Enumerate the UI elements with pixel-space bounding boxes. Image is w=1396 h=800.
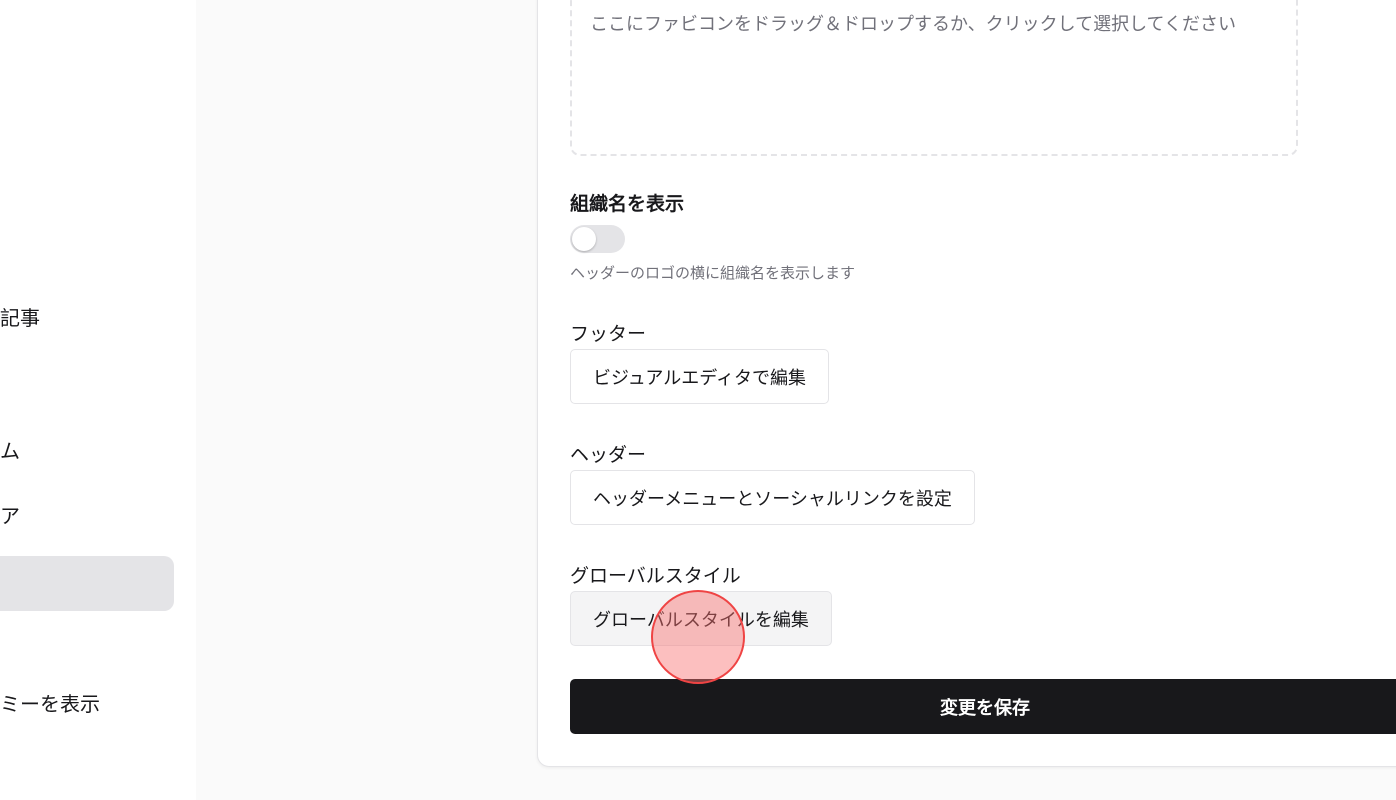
show-org-name-toggle[interactable] (570, 225, 625, 253)
show-org-name-label: 組織名を表示 (570, 193, 685, 215)
footer-label: フッター (570, 323, 647, 345)
toggle-knob (572, 227, 596, 251)
global-style-edit-button[interactable]: グローバルスタイルを編集 (570, 591, 832, 646)
sidebar-item-media[interactable]: ア (0, 502, 20, 530)
header-label: ヘッダー (570, 444, 647, 466)
footer-edit-button[interactable]: ビジュアルエディタで編集 (570, 349, 829, 404)
header-settings-button[interactable]: ヘッダーメニューとソーシャルリンクを設定 (570, 470, 975, 525)
sidebar: 記事 ム ア ミーを表示 (0, 0, 196, 800)
show-org-name-hint: ヘッダーのロゴの横に組織名を表示します (570, 264, 856, 282)
global-style-label: グローバルスタイル (570, 565, 741, 587)
sidebar-item-show-dummy[interactable]: ミーを表示 (0, 690, 100, 718)
favicon-dropzone[interactable]: ここにファビコンをドラッグ＆ドロップするか、クリックして選択してください (570, 0, 1298, 156)
sidebar-item-form[interactable]: ム (0, 437, 20, 465)
sidebar-item-active[interactable] (0, 556, 174, 611)
save-button[interactable]: 変更を保存 (570, 679, 1396, 734)
dropzone-placeholder: ここにファビコンをドラッグ＆ドロップするか、クリックして選択してください (590, 14, 1237, 35)
sidebar-item-articles[interactable]: 記事 (0, 304, 40, 332)
